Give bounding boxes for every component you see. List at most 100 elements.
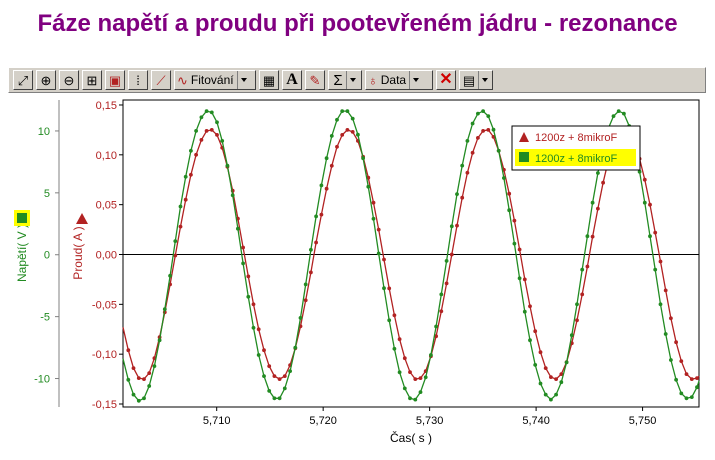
data-point-voltage — [590, 200, 595, 205]
data-point-voltage — [199, 115, 204, 120]
data-point-current — [543, 366, 548, 370]
voltage-axis-marker[interactable] — [14, 210, 30, 226]
data-point-current — [230, 188, 235, 193]
data-point-current — [669, 316, 673, 321]
data-point-current — [486, 127, 491, 132]
data-point-voltage — [215, 120, 219, 125]
data-point-voltage — [585, 234, 590, 239]
graph-options-dropdown-arrow-icon[interactable] — [478, 71, 491, 89]
data-point-voltage — [423, 375, 428, 380]
data-point-current — [178, 224, 183, 229]
series-line-current — [122, 129, 700, 380]
voltage-axis-marker-icon — [17, 213, 27, 223]
text-annotation-button[interactable]: A — [282, 70, 302, 90]
data-point-voltage — [162, 307, 167, 312]
zoom-region-button[interactable]: ⊞ — [82, 70, 102, 90]
data-point-current — [251, 302, 256, 307]
data-point-voltage — [658, 302, 663, 307]
data-point-voltage — [183, 174, 188, 179]
statistics-dropdown-arrow-icon[interactable] — [345, 71, 359, 89]
data-point-current — [382, 257, 386, 262]
statistics-dropdown[interactable]: Σ — [328, 70, 362, 90]
data-point-voltage — [444, 259, 449, 263]
data-point-voltage — [596, 171, 600, 175]
data-point-current — [606, 158, 611, 163]
data-point-voltage — [309, 247, 313, 252]
y-left-tick-label: 10 — [38, 126, 50, 138]
x-tick-label: 5,740 — [522, 415, 550, 427]
data-point-current — [538, 350, 543, 355]
graph-options-dropdown[interactable]: ▤ — [459, 70, 493, 90]
data-point-current — [648, 202, 652, 207]
fit-dropdown-arrow-icon[interactable] — [236, 71, 250, 89]
data-point-voltage — [142, 396, 146, 401]
data-point-current — [549, 375, 553, 379]
data-point-voltage — [387, 318, 392, 323]
data-point-current — [277, 377, 282, 381]
page-title: Fáze napětí a proudu při pootevřeném jád… — [37, 10, 678, 37]
data-point-current — [689, 377, 694, 381]
data-point-current — [215, 133, 219, 137]
data-point-voltage — [606, 126, 611, 131]
zoom-out-button[interactable]: ⊖ — [59, 70, 79, 90]
data-point-voltage — [366, 184, 371, 189]
data-point-current — [679, 359, 684, 363]
data-dropdown[interactable]: ♁ Data — [365, 70, 433, 90]
tangent-button[interactable]: ⁞ — [128, 70, 148, 90]
data-point-voltage — [340, 109, 345, 113]
zoom-in-button[interactable]: ⊕ — [36, 70, 56, 90]
data-point-voltage — [256, 353, 261, 357]
data-point-voltage — [502, 176, 506, 180]
data-point-current — [194, 152, 199, 157]
y-right-tick-label: 0,00 — [96, 249, 117, 261]
data-point-current — [460, 195, 465, 200]
data-point-voltage — [689, 395, 694, 399]
data-point-voltage — [293, 345, 298, 350]
x-tick-label: 5,710 — [203, 415, 231, 427]
legend: 1200z + 8mikroF 1200z + 8mikroF — [511, 125, 641, 171]
data-point-current — [564, 360, 569, 364]
autoscale-button[interactable]: ⤢ — [13, 70, 33, 90]
data-point-current — [554, 377, 558, 381]
calculator-button[interactable]: ▦ — [259, 70, 279, 90]
data-point-current — [335, 144, 339, 149]
current-axis-marker-icon[interactable] — [76, 213, 88, 224]
sigma-icon: Σ — [333, 71, 343, 89]
data-point-voltage — [345, 109, 350, 113]
data-point-voltage — [397, 370, 402, 375]
data-point-voltage — [408, 396, 412, 401]
data-point-current — [189, 172, 193, 177]
examine-button[interactable]: ▣ — [105, 70, 125, 90]
data-point-current — [476, 136, 480, 140]
data-point-voltage — [564, 360, 569, 365]
data-point-voltage — [413, 397, 418, 402]
data-point-voltage — [157, 338, 162, 343]
y-right-tick-label: 0,10 — [96, 150, 117, 162]
data-point-voltage — [361, 156, 365, 161]
data-point-current — [616, 131, 621, 135]
data-point-current — [236, 216, 240, 221]
delete-button[interactable]: ✕ — [436, 70, 456, 90]
data-point-current — [183, 197, 188, 202]
data-point-voltage — [611, 114, 616, 118]
data-point-voltage — [152, 364, 157, 368]
data-point-voltage — [262, 374, 266, 378]
data-point-current — [507, 191, 512, 196]
data-point-current — [366, 175, 371, 180]
x-tick-label: 5,730 — [416, 415, 444, 427]
data-point-current — [418, 376, 423, 380]
x-axis-ticks: 5,710 5,720 5,730 5,740 5,750 — [203, 407, 656, 427]
draw-prediction-button[interactable]: ✎ — [305, 70, 325, 90]
slope-button[interactable]: ⟋ — [151, 70, 171, 90]
fit-dropdown[interactable]: ∿ Fitování — [174, 70, 256, 90]
data-point-voltage — [230, 193, 235, 198]
data-point-current — [329, 163, 334, 168]
data-dropdown-arrow-icon[interactable] — [409, 71, 422, 89]
data-point-voltage — [382, 286, 386, 291]
data-point-voltage — [695, 385, 699, 390]
data-point-current — [356, 139, 360, 143]
data-point-voltage — [376, 251, 381, 256]
data-point-current — [491, 135, 496, 139]
data-point-voltage — [209, 110, 214, 115]
data-point-current — [209, 127, 214, 132]
